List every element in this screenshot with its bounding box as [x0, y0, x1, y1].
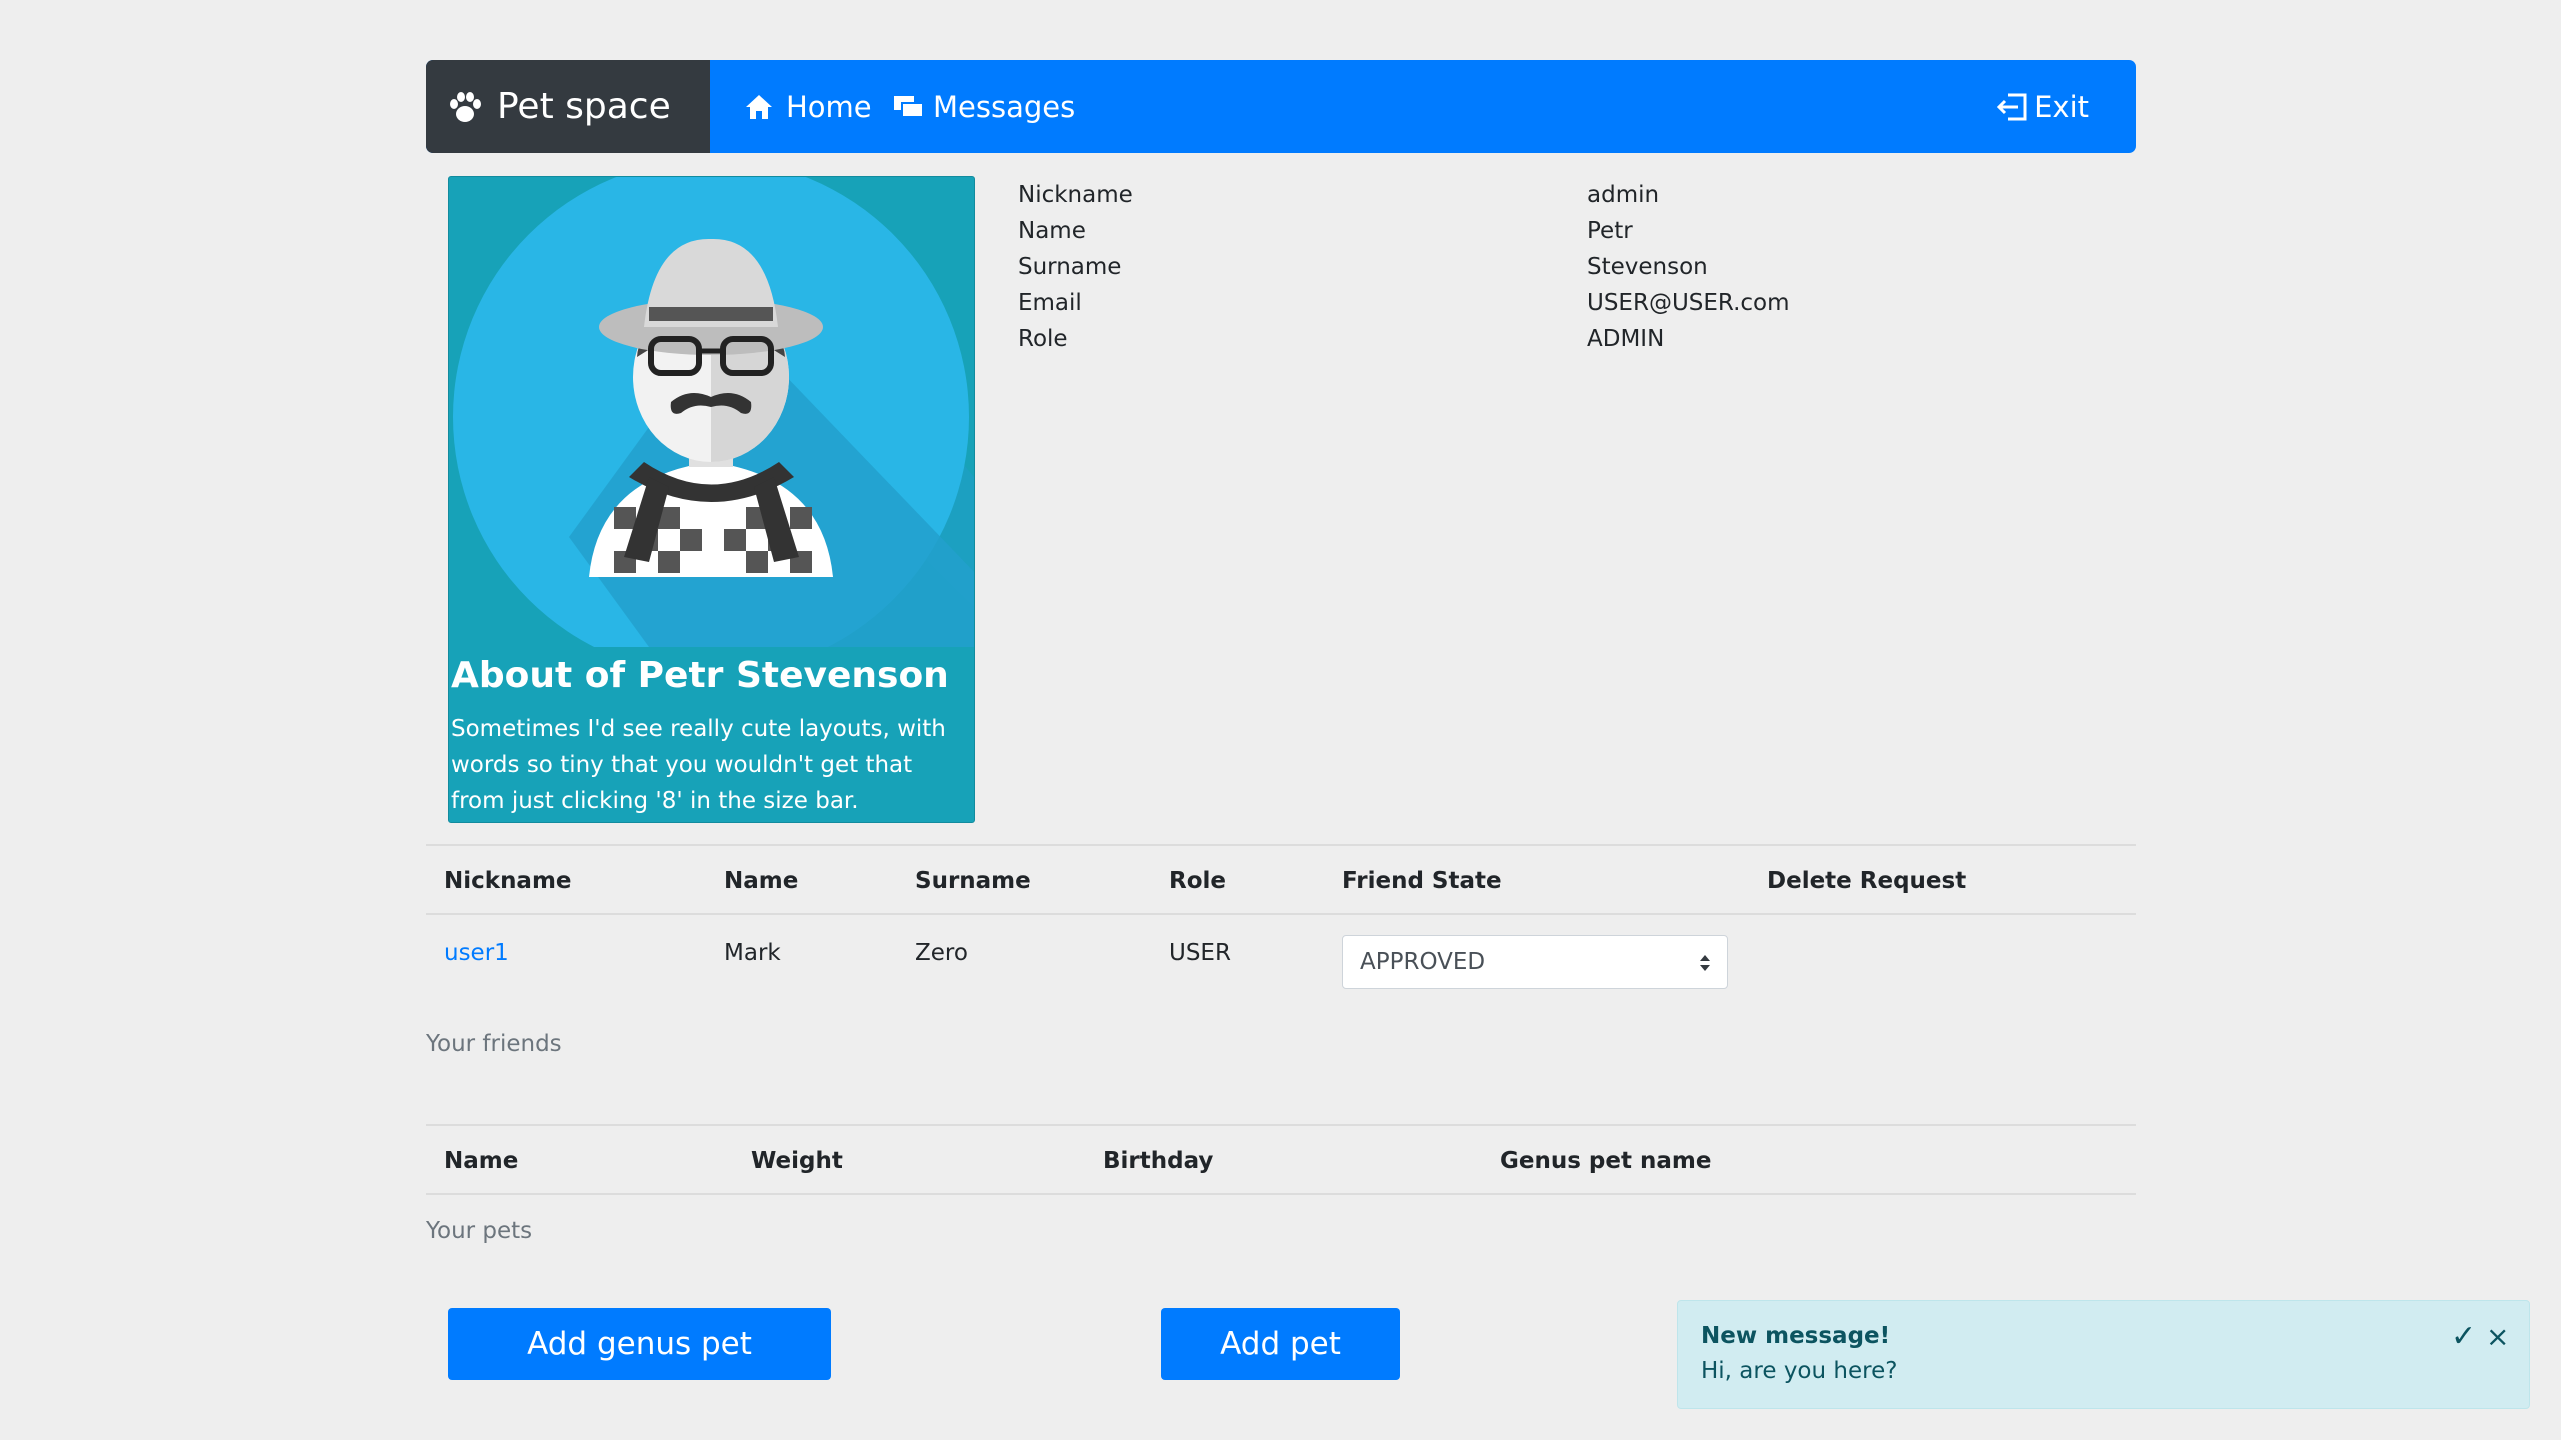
table-divider — [426, 913, 2136, 915]
navbar: Pet space Home Messages Exit — [426, 60, 2136, 153]
add-genus-pet-button[interactable]: Add genus pet — [448, 1308, 831, 1380]
info-label-name: Name — [1018, 218, 1086, 244]
friends-header-surname: Surname — [915, 868, 1031, 894]
friend-role: USER — [1169, 940, 1231, 966]
info-label-role: Role — [1018, 326, 1068, 352]
profile-card: About of Petr Stevenson Sometimes I'd se… — [448, 176, 975, 823]
toast-body: Hi, are you here? — [1701, 1358, 1898, 1384]
nav-home[interactable]: Home — [744, 60, 872, 153]
toast-title: New message! — [1701, 1323, 1891, 1349]
friends-header-role: Role — [1169, 868, 1226, 894]
info-value-name: Petr — [1587, 218, 1633, 244]
info-label-nickname: Nickname — [1018, 182, 1133, 208]
table-divider — [426, 844, 2136, 846]
info-value-role: ADMIN — [1587, 326, 1665, 352]
about-title: About of Petr Stevenson — [451, 655, 949, 696]
friends-header-friend-state: Friend State — [1342, 868, 1502, 894]
close-icon[interactable]: × — [2486, 1320, 2509, 1353]
nav-home-label: Home — [786, 89, 872, 124]
table-divider — [426, 1193, 2136, 1195]
add-pet-button[interactable]: Add pet — [1161, 1308, 1400, 1380]
friend-state-select[interactable]: APPROVED — [1342, 935, 1728, 989]
nav-messages[interactable]: Messages — [893, 60, 1075, 153]
info-label-surname: Surname — [1018, 254, 1122, 280]
pets-header-weight: Weight — [751, 1148, 843, 1174]
nav-exit[interactable]: Exit — [1996, 60, 2089, 153]
friend-name: Mark — [724, 940, 781, 966]
new-message-toast: New message! Hi, are you here? ✓ × — [1677, 1300, 2530, 1409]
friend-state-value: APPROVED — [1360, 949, 1486, 975]
pets-caption: Your pets — [426, 1218, 533, 1244]
info-value-email: USER@USER.com — [1587, 290, 1790, 316]
check-icon[interactable]: ✓ — [2451, 1319, 2476, 1354]
about-text: Sometimes I'd see really cute layouts, w… — [451, 716, 946, 814]
select-arrows-icon — [1700, 955, 1710, 971]
avatar-illustration — [453, 177, 974, 647]
pets-header-birthday: Birthday — [1103, 1148, 1214, 1174]
nav-messages-label: Messages — [933, 89, 1076, 124]
friend-surname: Zero — [915, 940, 968, 966]
friends-header-delete-request: Delete Request — [1767, 868, 1967, 894]
friends-caption: Your friends — [426, 1031, 562, 1057]
friends-header-name: Name — [724, 868, 799, 894]
pets-header-name: Name — [444, 1148, 519, 1174]
table-divider — [426, 1124, 2136, 1126]
messages-icon — [894, 95, 924, 118]
home-icon — [746, 94, 772, 119]
info-value-surname: Stevenson — [1587, 254, 1708, 280]
info-value-nickname: admin — [1587, 182, 1660, 208]
info-label-email: Email — [1018, 290, 1082, 316]
friend-nickname-link[interactable]: user1 — [444, 940, 509, 966]
brand[interactable]: Pet space — [426, 60, 710, 153]
paw-icon — [450, 91, 481, 122]
pets-header-genus-pet-name: Genus pet name — [1500, 1148, 1712, 1174]
brand-name: Pet space — [497, 86, 671, 127]
exit-icon — [1996, 93, 2027, 120]
nav-exit-label: Exit — [2034, 89, 2089, 124]
friends-header-nickname: Nickname — [444, 868, 572, 894]
